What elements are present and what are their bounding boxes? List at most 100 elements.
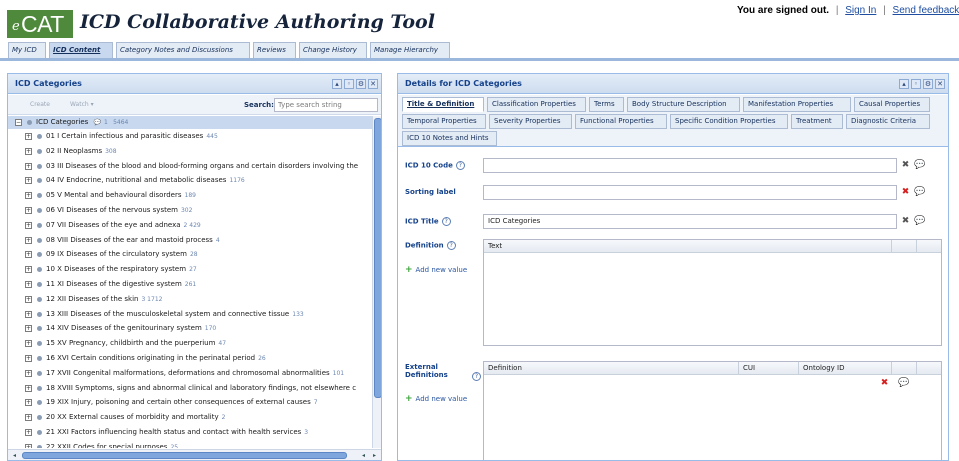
tab-terms[interactable]: Terms bbox=[589, 97, 624, 112]
expand-node-icon[interactable]: + bbox=[25, 162, 32, 170]
expand-node-icon[interactable]: + bbox=[25, 133, 32, 140]
gear-icon[interactable]: ⚙ bbox=[923, 79, 933, 89]
comment-icon[interactable]: 💬 bbox=[914, 188, 925, 197]
tree-node[interactable]: +03 III Diseases of the blood and blood-… bbox=[8, 160, 372, 175]
delete-icon[interactable]: ✖ bbox=[901, 161, 910, 170]
icd10-code-field[interactable] bbox=[483, 158, 897, 173]
tree-node[interactable]: +07 VII Diseases of the eye and adnexa 2 … bbox=[8, 219, 372, 234]
tree-node[interactable]: +14 XIV Diseases of the genitourinary sy… bbox=[8, 322, 372, 337]
tree-node[interactable]: +16 XVI Certain conditions originating i… bbox=[8, 352, 372, 367]
help-icon[interactable]: ? bbox=[455, 161, 465, 170]
tree-node[interactable]: +05 V Mental and behavioural disorders 18… bbox=[8, 189, 372, 204]
pin-icon[interactable]: ◦ bbox=[344, 79, 354, 89]
tab-my-icd[interactable]: My ICD bbox=[8, 42, 46, 58]
scroll-left-icon[interactable]: ◂ bbox=[10, 451, 19, 460]
tab-treatment[interactable]: Treatment bbox=[791, 114, 843, 129]
tree-node[interactable]: +02 II Neoplasms 308 bbox=[8, 145, 372, 160]
tab-category-notes[interactable]: Category Notes and Discussions bbox=[116, 42, 250, 58]
expand-node-icon[interactable]: + bbox=[25, 310, 32, 318]
tree-node[interactable]: +08 VIII Diseases of the ear and mastoid… bbox=[8, 234, 372, 249]
scroll-right-icon[interactable]: ▸ bbox=[370, 451, 379, 460]
send-feedback-link[interactable]: Send feedback bbox=[893, 5, 959, 16]
expand-node-icon[interactable]: + bbox=[25, 443, 32, 448]
tree-root-node[interactable]: − ICD Categories 💬 1 5464 bbox=[8, 116, 372, 131]
help-icon[interactable]: ? bbox=[441, 217, 451, 226]
delete-icon[interactable]: ✖ bbox=[901, 188, 910, 197]
expand-node-icon[interactable]: + bbox=[25, 281, 32, 288]
expand-node-icon[interactable]: + bbox=[25, 177, 32, 185]
help-icon[interactable]: ? bbox=[446, 241, 456, 250]
column-cui[interactable]: CUI bbox=[739, 362, 799, 375]
delete-icon[interactable]: ✖ bbox=[880, 379, 889, 388]
tree-node[interactable]: +11 XI Diseases of the digestive system 2… bbox=[8, 278, 372, 293]
add-definition-button[interactable]: + Add new value bbox=[405, 265, 467, 275]
expand-node-icon[interactable]: + bbox=[25, 266, 32, 274]
watch-menu[interactable]: Watch ▾ bbox=[70, 101, 94, 108]
tab-manifestation-properties[interactable]: Manifestation Properties bbox=[743, 97, 851, 112]
expand-node-icon[interactable]: + bbox=[25, 399, 32, 407]
tree-node[interactable]: +21 XXI Factors influencing health statu… bbox=[8, 426, 372, 441]
search-input[interactable] bbox=[274, 98, 378, 112]
expand-node-icon[interactable]: + bbox=[25, 355, 32, 362]
expand-node-icon[interactable]: + bbox=[25, 207, 32, 214]
expand-node-icon[interactable]: + bbox=[25, 429, 32, 436]
expand-node-icon[interactable]: + bbox=[25, 325, 32, 333]
icd-title-field[interactable]: ICD Categories bbox=[483, 214, 897, 229]
tree-node[interactable]: +15 XV Pregnancy, childbirth and the pue… bbox=[8, 337, 372, 352]
tab-manage-hierarchy[interactable]: Manage Hierarchy bbox=[370, 42, 450, 58]
expand-node-icon[interactable]: + bbox=[25, 251, 32, 259]
comment-icon[interactable]: 💬 bbox=[914, 161, 925, 170]
tree-node[interactable]: +10 X Diseases of the respiratory system… bbox=[8, 263, 372, 278]
tab-classification-properties[interactable]: Classification Properties bbox=[487, 97, 586, 112]
collapse-icon[interactable]: ▴ bbox=[899, 79, 909, 89]
column-definition[interactable]: Definition bbox=[484, 362, 739, 375]
comment-icon[interactable]: 💬 bbox=[914, 217, 925, 226]
tab-temporal-properties[interactable]: Temporal Properties bbox=[402, 114, 486, 129]
tree-node[interactable]: +01 I Certain infectious and parasitic d… bbox=[8, 130, 372, 145]
notes-icon[interactable]: 💬 bbox=[94, 119, 101, 126]
tab-diagnostic-criteria[interactable]: Diagnostic Criteria bbox=[846, 114, 930, 129]
tree-node[interactable]: +12 XII Diseases of the skin 3 1712 bbox=[8, 293, 372, 308]
tree-node[interactable]: +06 VI Diseases of the nervous system 302 bbox=[8, 204, 372, 219]
tree-node[interactable]: +19 XIX Injury, poisoning and certain ot… bbox=[8, 396, 372, 411]
expand-node-icon[interactable]: + bbox=[25, 192, 32, 200]
tab-change-history[interactable]: Change History bbox=[299, 42, 367, 58]
tree-node[interactable]: +22 XXII Codes for special purposes 25 bbox=[8, 441, 372, 448]
expand-node-icon[interactable]: + bbox=[25, 147, 32, 155]
tab-reviews[interactable]: Reviews bbox=[253, 42, 296, 58]
pin-icon[interactable]: ◦ bbox=[911, 79, 921, 89]
tab-title-definition[interactable]: Title & Definition bbox=[402, 97, 484, 112]
expand-node-icon[interactable]: + bbox=[25, 384, 32, 392]
tree-horizontal-scrollbar[interactable]: ◂ ◂ ▸ bbox=[8, 449, 381, 460]
tree-node[interactable]: +09 IX Diseases of the circulatory syste… bbox=[8, 248, 372, 263]
tab-icd10-notes-hints[interactable]: ICD 10 Notes and Hints bbox=[402, 131, 497, 146]
collapse-node-icon[interactable]: − bbox=[15, 119, 22, 126]
tab-specific-condition-properties[interactable]: Specific Condition Properties bbox=[670, 114, 788, 129]
close-icon[interactable]: ✕ bbox=[935, 79, 945, 89]
sign-in-link[interactable]: Sign In bbox=[845, 5, 876, 16]
column-ontology-id[interactable]: Ontology ID bbox=[799, 362, 892, 375]
tab-functional-properties[interactable]: Functional Properties bbox=[575, 114, 667, 129]
tree-vertical-scrollbar[interactable] bbox=[372, 116, 381, 448]
tab-icd-content[interactable]: ICD Content bbox=[49, 42, 113, 58]
tree-node[interactable]: +20 XX External causes of morbidity and … bbox=[8, 411, 372, 426]
gear-icon[interactable]: ⚙ bbox=[356, 79, 366, 89]
delete-icon[interactable]: ✖ bbox=[901, 217, 910, 226]
tree-node[interactable]: +18 XVIII Symptoms, signs and abnormal c… bbox=[8, 382, 372, 397]
expand-node-icon[interactable]: + bbox=[25, 236, 32, 244]
help-icon[interactable]: ? bbox=[472, 372, 481, 381]
close-icon[interactable]: ✕ bbox=[368, 79, 378, 89]
tree-node[interactable]: +04 IV Endocrine, nutritional and metabo… bbox=[8, 174, 372, 189]
expand-node-icon[interactable]: + bbox=[25, 414, 32, 422]
sorting-label-field[interactable] bbox=[483, 185, 897, 200]
add-external-definition-button[interactable]: + Add new value bbox=[405, 394, 467, 404]
scroll-thumb[interactable] bbox=[374, 118, 381, 398]
column-text[interactable]: Text bbox=[484, 240, 892, 253]
tab-severity-properties[interactable]: Severity Properties bbox=[489, 114, 572, 129]
scroll-thumb[interactable] bbox=[22, 452, 347, 459]
comment-icon[interactable]: 💬 bbox=[898, 379, 909, 388]
expand-node-icon[interactable]: + bbox=[25, 295, 32, 303]
tab-body-structure[interactable]: Body Structure Description bbox=[627, 97, 740, 112]
expand-node-icon[interactable]: + bbox=[25, 340, 32, 348]
collapse-icon[interactable]: ▴ bbox=[332, 79, 342, 89]
